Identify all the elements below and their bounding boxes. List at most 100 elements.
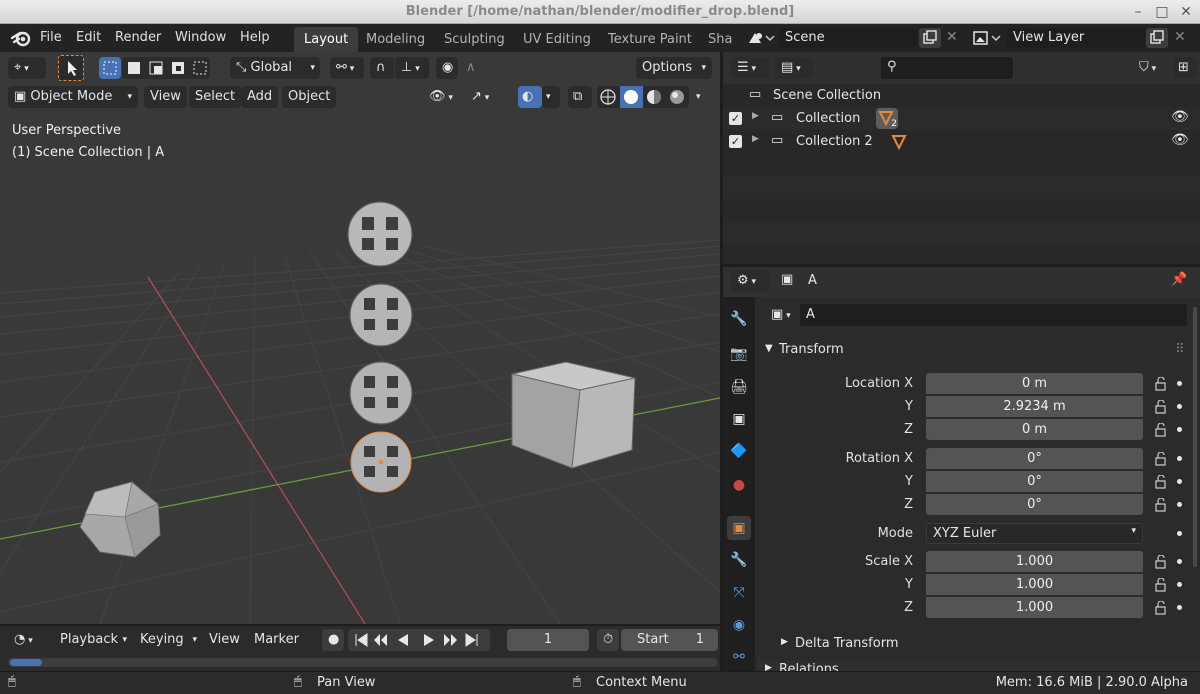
timeline-scrubber[interactable] — [8, 658, 718, 667]
lock-icon[interactable] — [1155, 498, 1169, 512]
eye-icon[interactable]: 👁 — [1171, 132, 1189, 148]
lock-icon[interactable] — [1155, 452, 1169, 466]
lattice-sphere-active[interactable] — [350, 431, 412, 493]
location-x-field[interactable]: 0 m — [926, 373, 1143, 394]
lock-icon[interactable] — [1155, 400, 1169, 414]
start-frame-field[interactable]: Start 1 — [621, 629, 718, 651]
scale-x-field[interactable]: 1.000 — [926, 551, 1143, 572]
physics-tab-icon[interactable]: ◉ — [727, 613, 751, 637]
keyframe-dot-icon[interactable] — [1177, 502, 1182, 507]
keyframe-dot-icon[interactable] — [1177, 404, 1182, 409]
outliner-search-input[interactable]: ⚲ — [881, 57, 1013, 79]
playback-dropdown[interactable]: Playback ▾ — [54, 629, 132, 651]
mesh-icon[interactable] — [889, 132, 909, 152]
cube-object[interactable] — [511, 361, 636, 469]
blender-logo-icon[interactable] — [10, 29, 32, 47]
keyframe-dot-icon[interactable] — [1177, 479, 1182, 484]
use-preview-range-toggle[interactable]: ⏱ — [597, 629, 619, 651]
lock-icon[interactable] — [1155, 555, 1169, 569]
menu-select[interactable]: Select — [189, 86, 242, 108]
properties-editor-type-button[interactable]: ⚙ ▾ — [731, 270, 769, 292]
expand-arrow-icon[interactable]: ▶ — [752, 111, 759, 121]
rotation-y-field[interactable]: 0° — [926, 471, 1143, 492]
outliner-row-scene-collection[interactable]: ▭ Scene Collection — [723, 84, 1200, 107]
location-z-field[interactable]: 0 m — [926, 419, 1143, 440]
keyframe-dot-icon[interactable] — [1177, 456, 1182, 461]
outliner-row-collection-2[interactable]: ✓ ▶ ▭ Collection 2 👁 — [723, 130, 1200, 153]
menu-add[interactable]: Add — [241, 86, 279, 108]
pivot-point-dropdown[interactable]: ⚯ ▾ — [330, 57, 364, 79]
datablock-type-button[interactable]: ▣ ▾ — [765, 304, 799, 326]
object-mode-dropdown[interactable]: ▣ Object Mode ▾ — [8, 86, 138, 108]
keyframe-dot-icon[interactable] — [1177, 381, 1182, 386]
scale-z-field[interactable]: 1.000 — [926, 597, 1143, 618]
shading-mode-group[interactable] — [597, 86, 689, 108]
drag-handle-icon[interactable]: ⠿ — [1175, 342, 1185, 357]
close-icon[interactable]: ✕ — [1178, 4, 1194, 20]
expand-arrow-icon[interactable]: ▶ — [752, 134, 759, 144]
falloff-dropdown[interactable]: ∧ — [460, 57, 492, 79]
remove-view-layer-icon[interactable]: ✕ — [1174, 29, 1186, 45]
tab-layout[interactable]: Layout — [294, 27, 359, 52]
lattice-sphere-1[interactable] — [347, 201, 413, 267]
minimize-icon[interactable]: – — [1130, 4, 1146, 20]
outliner-panel[interactable]: ☰ ▾ ▤ ▾ ⚲ ⛉ ▾ ⊞ ▭ Scene Collection ✓ ▶ ▭… — [723, 52, 1200, 264]
scale-y-field[interactable]: 1.000 — [926, 574, 1143, 595]
timeline-view-menu[interactable]: View — [203, 629, 246, 651]
keyframe-dot-icon[interactable] — [1177, 427, 1182, 432]
menu-window[interactable]: Window — [175, 30, 226, 45]
visibility-dropdown[interactable]: 👁 ▾ — [423, 86, 459, 108]
current-frame-field[interactable]: 1 — [507, 629, 589, 651]
keyframe-dot-icon[interactable] — [1177, 531, 1182, 536]
constraints-tab-icon[interactable]: ⚯ — [727, 645, 751, 669]
editor-type-button[interactable]: ⌖ ▾ — [8, 57, 46, 79]
location-y-field[interactable]: 2.9234 m — [926, 396, 1143, 417]
tab-texture-paint[interactable]: Texture Paint — [598, 27, 702, 52]
keyframe-dot-icon[interactable] — [1177, 559, 1182, 564]
view-layer-field[interactable]: View Layer — [1007, 28, 1145, 48]
timeline-playhead[interactable] — [10, 659, 42, 666]
rotation-x-field[interactable]: 0° — [926, 448, 1143, 469]
tab-shading[interactable]: Sha — [698, 27, 740, 52]
render-tab-icon[interactable]: 📷 — [727, 342, 751, 366]
menu-object[interactable]: Object — [282, 86, 337, 108]
select-mode-group[interactable] — [122, 57, 210, 79]
collection-2-checkbox[interactable]: ✓ — [729, 135, 742, 148]
options-dropdown[interactable]: Options ▾ — [636, 57, 712, 79]
outliner-row-collection[interactable]: ✓ ▶ ▭ Collection 2 👁 — [723, 107, 1200, 130]
maximize-icon[interactable]: □ — [1154, 4, 1170, 20]
record-button[interactable]: ● — [322, 629, 344, 651]
pin-icon[interactable]: 📌 — [1171, 272, 1187, 287]
scene-name-field[interactable]: Scene — [779, 28, 917, 48]
tool-tab-icon[interactable]: 🔧 — [727, 307, 751, 331]
snap-target-dropdown[interactable]: ⊥ ▾ — [395, 57, 429, 79]
new-collection-button[interactable]: ⊞ — [1173, 57, 1197, 79]
properties-panel[interactable]: ⚙ ▾ ▣ A 📌 🔧 📷 🖨 ▣ 🔷 ● ▣ 🔧 ⤧ ◉ ⚯ ▣ ▾ A ▼ … — [723, 267, 1200, 671]
filter-dropdown[interactable]: ⛉ ▾ — [1133, 57, 1169, 79]
menu-file[interactable]: File — [40, 30, 62, 45]
menu-render[interactable]: Render — [115, 30, 161, 45]
new-scene-button[interactable] — [919, 28, 941, 48]
lock-icon[interactable] — [1155, 377, 1169, 391]
menu-help[interactable]: Help — [240, 30, 270, 45]
collection-checkbox[interactable]: ✓ — [729, 112, 742, 125]
transform-panel-header[interactable]: ▼ Transform ⠿ — [757, 339, 1200, 363]
snap-toggle[interactable]: ∩ — [370, 57, 394, 79]
select-new-button[interactable] — [99, 57, 121, 79]
menu-view[interactable]: View — [144, 86, 187, 108]
view-layer-selector-icon[interactable] — [970, 28, 1004, 48]
transform-orientation-dropdown[interactable]: ⤡ Global ▾ — [230, 57, 320, 79]
select-tool-button[interactable] — [58, 55, 84, 81]
marker-menu[interactable]: Marker — [248, 629, 305, 651]
playback-controls[interactable] — [348, 629, 490, 651]
lattice-sphere-2[interactable] — [349, 283, 413, 347]
overlays-dropdown[interactable]: ▾ — [542, 86, 560, 108]
lock-icon[interactable] — [1155, 578, 1169, 592]
tab-modeling[interactable]: Modeling — [356, 27, 435, 52]
keyframe-dot-icon[interactable] — [1177, 605, 1182, 610]
shading-dropdown[interactable]: ▾ — [690, 86, 708, 108]
scene-selector-icon[interactable] — [746, 28, 776, 48]
lock-icon[interactable] — [1155, 475, 1169, 489]
overlays-toggle[interactable]: ◐ — [518, 86, 542, 108]
proportional-edit-toggle[interactable]: ◉ — [436, 57, 458, 79]
